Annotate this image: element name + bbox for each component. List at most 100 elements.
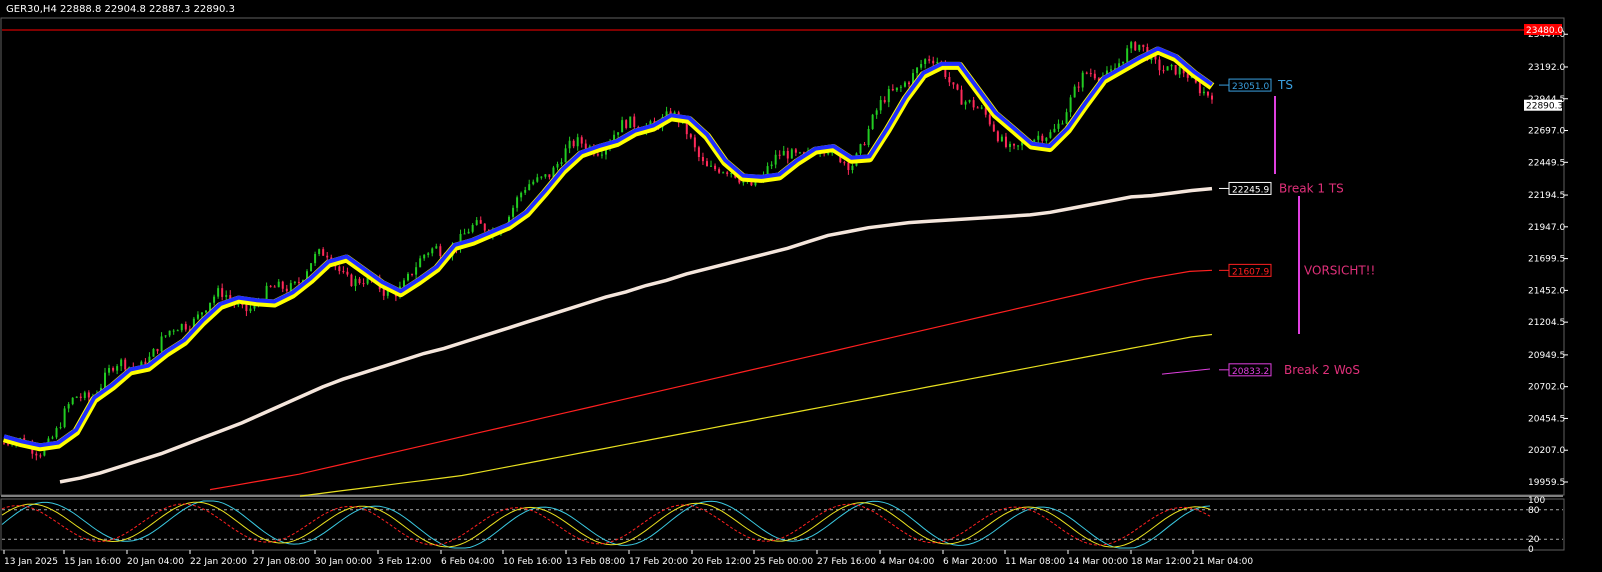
candle-body <box>1077 86 1080 88</box>
candle-body <box>1202 91 1205 94</box>
time-tick-label: 21 Mar 04:00 <box>1193 557 1253 567</box>
candle-body <box>475 220 478 225</box>
candle-body <box>217 288 220 297</box>
candle-body <box>184 323 187 330</box>
candle-body <box>71 397 74 405</box>
candle-body <box>701 157 704 162</box>
candle-body <box>633 116 636 127</box>
candle-body <box>722 172 725 174</box>
candle-body <box>124 359 127 370</box>
candle-body <box>281 281 284 289</box>
candle-body <box>196 314 199 319</box>
candle-body <box>427 253 430 255</box>
ma-mid-line <box>59 186 1213 484</box>
candle-body <box>55 428 58 438</box>
candle-body <box>617 132 620 135</box>
candle-body <box>467 231 470 234</box>
candle-body <box>245 304 248 312</box>
candle-body <box>629 116 632 128</box>
candle-body <box>1004 136 1007 147</box>
candle-body <box>285 288 288 292</box>
candle-body <box>1089 73 1092 75</box>
candle-body <box>948 76 951 83</box>
candle-body <box>338 266 341 272</box>
candle-body <box>952 82 955 85</box>
warning-label: VORSICHT!! <box>1304 263 1375 277</box>
candle-body <box>310 263 313 272</box>
candle-body <box>596 154 599 156</box>
candle-body <box>1174 65 1177 75</box>
candle-body <box>237 303 240 305</box>
candle-body <box>314 254 317 264</box>
candle-body <box>1081 72 1084 88</box>
candle-body <box>924 59 927 65</box>
candle-body <box>871 114 874 129</box>
candle-body <box>293 281 296 284</box>
candle-body <box>883 100 886 103</box>
oscillator-tick-label: 100 <box>1528 496 1545 506</box>
candle-body <box>59 427 62 429</box>
candle-body <box>277 281 280 288</box>
candle-body <box>297 281 300 283</box>
candle-body <box>318 249 321 255</box>
candle-body <box>1085 72 1088 74</box>
candle-body <box>693 137 696 148</box>
candle-body <box>1057 123 1060 129</box>
candle-body <box>584 143 587 149</box>
time-tick-label: 22 Jan 20:00 <box>190 557 247 567</box>
candle-body <box>79 396 82 398</box>
ma-slowest-line <box>299 333 1213 497</box>
current-price-label: 22890.3 <box>1526 102 1563 112</box>
candle-body <box>903 82 906 87</box>
candle-body <box>164 335 167 337</box>
candle-body <box>1017 145 1020 147</box>
oscillator-tick-label: 20 <box>1528 535 1540 545</box>
candle-body <box>1130 42 1133 49</box>
candle-body <box>968 100 971 102</box>
ma-fast-inner-line <box>3 46 1214 448</box>
level-price-label: 22245.9 <box>1232 185 1269 195</box>
candle-body <box>1138 44 1141 51</box>
candle-body <box>1126 48 1129 62</box>
candle-body <box>528 184 531 191</box>
candle-body <box>431 248 434 254</box>
candle-body <box>710 165 713 167</box>
candle-body <box>439 246 442 257</box>
time-tick-label: 3 Feb 12:00 <box>378 557 432 567</box>
break2-segment <box>1161 368 1211 375</box>
candle-body <box>120 359 123 367</box>
candle-body <box>988 114 991 125</box>
candle-body <box>992 124 995 132</box>
candle-body <box>225 295 228 297</box>
candle-body <box>891 89 894 91</box>
candle-body <box>83 392 86 398</box>
time-tick-label: 30 Jan 00:00 <box>315 557 372 567</box>
candle-body <box>322 249 325 256</box>
oscillator-tick-label: 80 <box>1528 506 1540 516</box>
resistance-price-label: 23480.0 <box>1526 26 1563 36</box>
candle-body <box>1000 136 1003 142</box>
candle-body <box>548 174 551 178</box>
price-tick-label: 21699.5 <box>1528 255 1565 265</box>
ma-slow-line <box>209 269 1213 491</box>
price-tick-label: 20702.0 <box>1528 383 1565 393</box>
candle-body <box>415 267 418 275</box>
candle-body <box>827 153 830 155</box>
candle-body <box>859 144 862 154</box>
candle-body <box>39 455 42 457</box>
candle-body <box>770 164 773 167</box>
time-tick-label: 27 Jan 08:00 <box>253 557 310 567</box>
ts-label: TS <box>1277 78 1293 92</box>
candle-body <box>863 144 866 146</box>
ma-fast-outer-line <box>2 46 1215 452</box>
level-price-label: 21607.9 <box>1232 267 1269 277</box>
candle-body <box>520 192 523 198</box>
time-tick-label: 20 Feb 12:00 <box>692 557 751 567</box>
level-price-label: 23051.0 <box>1232 82 1269 92</box>
price-tick-label: 21452.0 <box>1528 286 1565 296</box>
price-tick-label: 22697.0 <box>1528 127 1565 137</box>
candle-body <box>1045 137 1048 141</box>
price-chart[interactable]: 23447.023192.022944.522697.022449.522194… <box>0 0 1602 572</box>
candle-body <box>1206 91 1209 96</box>
candle-body <box>419 258 422 268</box>
